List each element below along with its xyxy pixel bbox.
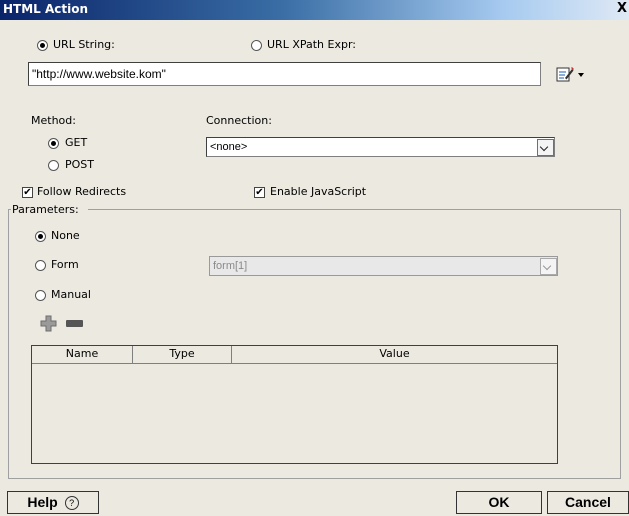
param-none-radio[interactable] bbox=[35, 231, 46, 242]
method-post-label: POST bbox=[65, 158, 94, 171]
connection-label: Connection: bbox=[206, 114, 272, 127]
connection-select-value: <none> bbox=[210, 141, 248, 153]
param-form-radio[interactable] bbox=[35, 260, 46, 271]
url-string-label: URL String: bbox=[53, 38, 115, 51]
url-xpath-radio[interactable] bbox=[251, 40, 262, 51]
param-form-label: Form bbox=[51, 258, 79, 271]
parameters-group-label: Parameters: bbox=[12, 203, 79, 216]
chevron-down-icon[interactable] bbox=[537, 139, 554, 156]
plus-icon[interactable] bbox=[40, 315, 57, 332]
column-header-type[interactable]: Type bbox=[133, 346, 232, 363]
method-label: Method: bbox=[31, 114, 76, 127]
close-icon[interactable]: X bbox=[616, 1, 628, 17]
ok-button[interactable]: OK bbox=[456, 491, 542, 514]
method-get-radio[interactable] bbox=[48, 138, 59, 149]
group-border bbox=[8, 478, 621, 479]
window-title: HTML Action bbox=[3, 2, 89, 16]
url-input[interactable]: "http://www.website.kom" bbox=[28, 62, 541, 86]
dropdown-arrow-icon[interactable] bbox=[578, 73, 584, 77]
connection-select[interactable]: <none> bbox=[206, 137, 555, 157]
enable-javascript-label: Enable JavaScript bbox=[270, 185, 367, 198]
method-get-label: GET bbox=[65, 136, 88, 149]
help-label: Help bbox=[27, 494, 58, 510]
enable-javascript-checkbox[interactable]: ✔ bbox=[254, 187, 265, 198]
param-manual-radio[interactable] bbox=[35, 290, 46, 301]
method-post-radio[interactable] bbox=[48, 160, 59, 171]
cancel-button[interactable]: Cancel bbox=[547, 491, 629, 514]
group-border bbox=[620, 209, 621, 478]
follow-redirects-label: Follow Redirects bbox=[37, 185, 127, 198]
url-input-value: "http://www.website.kom" bbox=[32, 67, 166, 81]
question-circle-icon: ? bbox=[64, 496, 79, 510]
minus-icon[interactable] bbox=[66, 320, 83, 327]
column-header-name[interactable]: Name bbox=[32, 346, 133, 363]
title-bar[interactable] bbox=[0, 0, 629, 20]
help-button[interactable]: Help ? bbox=[7, 491, 99, 514]
column-header-value[interactable]: Value bbox=[232, 346, 557, 363]
param-manual-label: Manual bbox=[51, 288, 91, 301]
param-none-label: None bbox=[51, 229, 80, 242]
header-divider bbox=[32, 363, 557, 364]
chevron-down-icon[interactable] bbox=[540, 258, 557, 275]
form-select[interactable]: form[1] bbox=[209, 256, 558, 276]
url-string-radio[interactable] bbox=[37, 40, 48, 51]
follow-redirects-checkbox[interactable]: ✔ bbox=[22, 187, 33, 198]
url-xpath-label: URL XPath Expr: bbox=[267, 38, 356, 51]
form-select-value: form[1] bbox=[213, 260, 248, 272]
group-border bbox=[8, 209, 9, 478]
edit-expression-icon[interactable] bbox=[556, 65, 574, 83]
group-border bbox=[88, 209, 620, 210]
